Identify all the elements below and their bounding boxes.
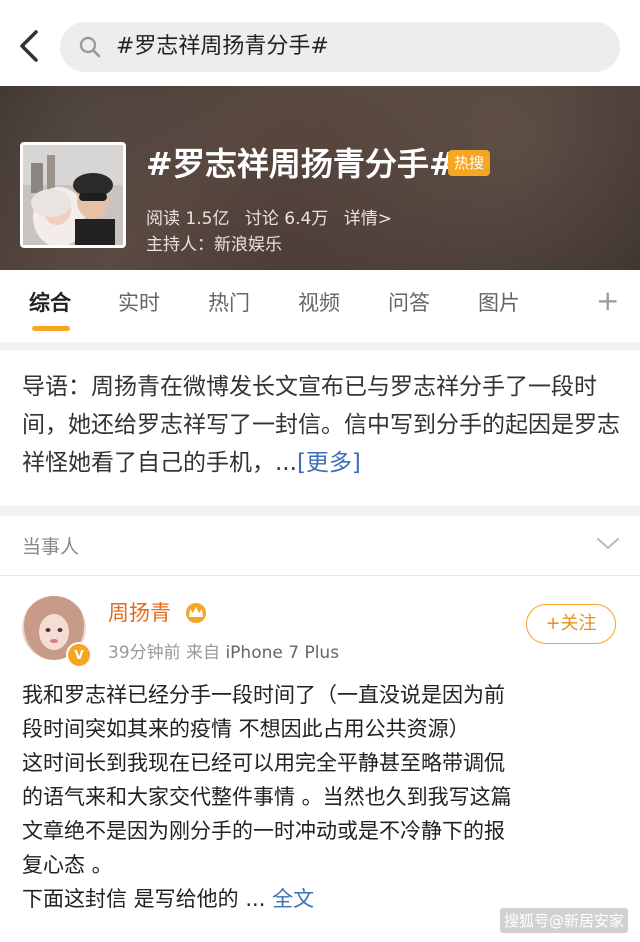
post-line: 文章绝不是因为刚分手的一时冲动或是不冷静下的报 [22, 819, 505, 843]
post-line: 这时间长到我现在已经可以用完全平静甚至略带调侃 [22, 751, 505, 775]
tab-qa[interactable]: 问答 [388, 288, 430, 318]
verified-badge-icon: V [66, 642, 92, 668]
crown-icon [184, 602, 208, 624]
source-prefix: 来自 [186, 643, 221, 663]
topic-title: #罗志祥周扬青分手# [146, 145, 456, 183]
top-bar: #罗志祥周扬青分手# [0, 0, 640, 86]
search-icon [78, 35, 102, 59]
post-line: 的语气来和大家交代整件事情 。当然也久到我写这篇 [22, 785, 512, 809]
tab-hot[interactable]: 热门 [208, 288, 250, 318]
username[interactable]: 周扬青 [108, 598, 171, 628]
details-link[interactable]: 详情> [344, 209, 392, 229]
tab-realtime[interactable]: 实时 [118, 288, 160, 318]
watermark: 搜狐号@新居安家 [500, 908, 629, 933]
follow-button[interactable]: +关注 [526, 604, 616, 644]
post-line: 段时间突如其来的疫情 不想因此占用公共资源） [22, 717, 470, 741]
post-meta: 39分钟前 来自 iPhone 7 Plus [108, 638, 339, 663]
full-text-link[interactable]: 全文 [272, 887, 314, 911]
topic-thumbnail[interactable] [20, 142, 126, 248]
hot-search-badge: 热搜 [448, 150, 490, 176]
add-tab-button[interactable]: + [596, 286, 619, 316]
post-line: 复心态 。 [22, 853, 113, 877]
topic-intro: 导语：周扬青在微博发长文宣布已与罗志祥分手了一段时间，她还给罗志祥写了一封信。信… [0, 350, 640, 506]
post-body: 我和罗志祥已经分手一段时间了（一直没说是因为前 段时间突如其来的疫情 不想因此占… [22, 678, 622, 916]
search-input[interactable]: #罗志祥周扬青分手# [116, 32, 329, 62]
active-tab-indicator [32, 326, 70, 331]
section-header[interactable]: 当事人 [0, 516, 640, 576]
tab-bar: 综合 实时 热门 视频 问答 图片 + [0, 270, 640, 342]
post-line: 下面这封信 是写给他的 ... [22, 887, 266, 911]
chevron-down-icon[interactable] [596, 536, 620, 552]
discussion-count: 讨论 6.4万 [244, 209, 329, 229]
section-label: 当事人 [22, 536, 80, 558]
topic-host: 主持人：新浪娱乐 [146, 235, 282, 255]
tab-video[interactable]: 视频 [298, 288, 340, 318]
read-count: 阅读 1.5亿 [146, 209, 230, 229]
search-bar[interactable]: #罗志祥周扬青分手# [60, 22, 620, 72]
topic-stats: 阅读 1.5亿 讨论 6.4万 详情> [146, 204, 402, 229]
intro-paragraph: 导语：周扬青在微博发长文宣布已与罗志祥分手了一段时间，她还给罗志祥写了一封信。信… [22, 368, 620, 482]
weibo-post: V 周扬青 39分钟前 来自 iPhone 7 Plus +关注 我和罗志祥已经… [0, 576, 640, 942]
topic-banner: #罗志祥周扬青分手# 热搜 阅读 1.5亿 讨论 6.4万 详情> 主持人：新浪… [0, 86, 640, 270]
back-arrow-icon[interactable] [14, 28, 46, 64]
tab-pictures[interactable]: 图片 [478, 288, 520, 318]
more-link[interactable]: [更多] [297, 450, 361, 476]
post-line: 我和罗志祥已经分手一段时间了（一直没说是因为前 [22, 683, 505, 707]
tab-comprehensive[interactable]: 综合 [29, 288, 71, 318]
post-time: 39分钟前 [108, 643, 181, 663]
device-name: iPhone 7 Plus [225, 643, 340, 663]
